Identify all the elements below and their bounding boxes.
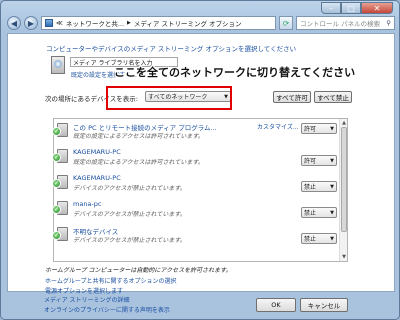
permission-select[interactable]: 禁止 ▼ (301, 233, 337, 244)
search-icon: ⚲ (386, 19, 391, 27)
chevron-down-icon: ▼ (330, 125, 334, 132)
main-content: コンピューターやデバイスのメディア ストリーミング オプションを選択してください… (7, 33, 395, 295)
search-input[interactable]: コントロール パネルの検索 ⚲ (296, 16, 395, 30)
device-status: 既定の設定によるアクセスは許可されています。 (73, 133, 204, 140)
maximize-button[interactable]: □ (341, 2, 361, 14)
permission-value: 禁止 (304, 236, 317, 243)
homegroup-options-link[interactable]: ホームグループと共有に関するオプションの選択 (45, 276, 176, 285)
breadcrumb[interactable]: ≪ ネットワークと共... ▶ メディア ストリーミング オプション (41, 16, 276, 30)
device-status: デバイスのアクセスが禁止されています。 (73, 211, 186, 218)
permission-value: 許可 (304, 126, 317, 133)
minimize-icon: – (329, 3, 333, 13)
scroll-down-icon[interactable]: ▼ (340, 253, 348, 261)
refresh-icon: ⟳ (282, 18, 290, 28)
check-icon: ✓ (52, 205, 61, 214)
back-arrow-icon: ◀ (10, 18, 18, 28)
control-panel-icon (45, 19, 53, 27)
permission-value: 禁止 (304, 210, 317, 217)
permission-value: 許可 (304, 158, 317, 165)
customize-link[interactable]: カスタマイズ... (257, 122, 299, 131)
device-row[interactable]: ✓ KAGEMARU-PC 既定の設定によるアクセスは許可されています。 許可 ▼ (52, 146, 341, 169)
scroll-thumb[interactable] (341, 127, 347, 232)
chevron-down-icon: ▼ (330, 235, 334, 242)
media-library-icon (51, 56, 65, 74)
permission-select[interactable]: 禁止 ▼ (301, 181, 337, 192)
refresh-button[interactable]: ⟳ (279, 16, 293, 30)
close-button[interactable]: ✕ (361, 2, 393, 14)
device-status: デバイスのアクセスが禁止されています。 (73, 237, 186, 244)
check-icon: ✓ (52, 231, 61, 240)
instruction-overlay: ここを全てのネットワークに切り替えてください (114, 66, 356, 79)
maximize-icon: □ (347, 3, 355, 13)
intro-text: コンピューターやデバイスのメディア ストリーミング オプションを選択してください (46, 45, 297, 53)
allow-all-button[interactable]: すべて許可 (273, 91, 311, 103)
device-row[interactable]: ✓ KAGEMARU-PC デバイスのアクセスが禁止されています。 禁止 ▼ (52, 172, 341, 195)
device-status: 既定の設定によるアクセスは許可されています。 (73, 159, 204, 166)
window-controls: – □ ✕ (321, 2, 393, 14)
breadcrumb-root[interactable]: ≪ (56, 19, 63, 27)
close-icon: ✕ (373, 3, 381, 13)
device-name[interactable]: KAGEMARU-PC (73, 174, 121, 182)
privacy-statement-link[interactable]: オンラインのプライバシーに関する声明を表示 (44, 305, 170, 314)
breadcrumb-separator[interactable]: ▶ (127, 20, 131, 26)
block-all-button[interactable]: すべて禁止 (314, 91, 352, 103)
address-bar: ◀ ▶ ≪ ネットワークと共... ▶ メディア ストリーミング オプション ⟳… (7, 15, 395, 31)
media-streaming-details-link[interactable]: メディア ストリーミングの詳細 (44, 295, 130, 304)
permission-select[interactable]: 許可 ▼ (301, 155, 337, 166)
device-name[interactable]: mana-pc (73, 200, 101, 208)
device-row[interactable]: ✓ この PC とリモート接続のメディア プログラム... 既定の設定によるアク… (52, 120, 341, 143)
device-name[interactable]: KAGEMARU-PC (73, 148, 121, 156)
window: – □ ✕ ◀ ▶ ≪ ネットワークと共... ▶ メディア ストリーミング オ… (0, 0, 400, 320)
highlight-callout (106, 86, 232, 110)
cancel-button[interactable]: キャンセル (300, 298, 348, 312)
check-icon: ✓ (52, 153, 61, 162)
check-icon: ✓ (52, 179, 61, 188)
breadcrumb-network[interactable]: ネットワークと共... (66, 18, 124, 28)
search-placeholder: コントロール パネルの検索 (300, 20, 381, 28)
check-icon: ✓ (52, 127, 61, 136)
minimize-button[interactable]: – (321, 2, 341, 14)
permission-value: 禁止 (304, 184, 317, 191)
permission-select[interactable]: 許可 ▼ (301, 123, 337, 134)
ok-button[interactable]: OK (256, 298, 296, 312)
device-list: ▲ ▼ ✓ この PC とリモート接続のメディア プログラム... 既定の設定に… (52, 118, 348, 262)
power-options-link[interactable]: 電源オプションを選択します (45, 286, 123, 295)
homegroup-note: ホームグループ コンピューターは自動的にアクセスを許可されます。 (45, 267, 232, 274)
chevron-down-icon: ▼ (330, 209, 334, 216)
breadcrumb-media-streaming[interactable]: メディア ストリーミング オプション (134, 18, 242, 28)
back-button[interactable]: ◀ (7, 16, 21, 30)
permission-select[interactable]: 禁止 ▼ (301, 207, 337, 218)
device-row[interactable]: ✓ 不明なデバイス デバイスのアクセスが禁止されています。 禁止 ▼ (52, 224, 341, 247)
device-status: デバイスのアクセスが禁止されています。 (73, 185, 186, 192)
scroll-up-icon[interactable]: ▲ (340, 119, 348, 127)
forward-arrow-icon: ▶ (27, 18, 35, 28)
chevron-down-icon: ▼ (330, 157, 334, 164)
device-row[interactable]: ✓ mana-pc デバイスのアクセスが禁止されています。 禁止 ▼ (52, 198, 341, 221)
chevron-down-icon: ▼ (330, 183, 334, 190)
forward-button[interactable]: ▶ (24, 16, 38, 30)
